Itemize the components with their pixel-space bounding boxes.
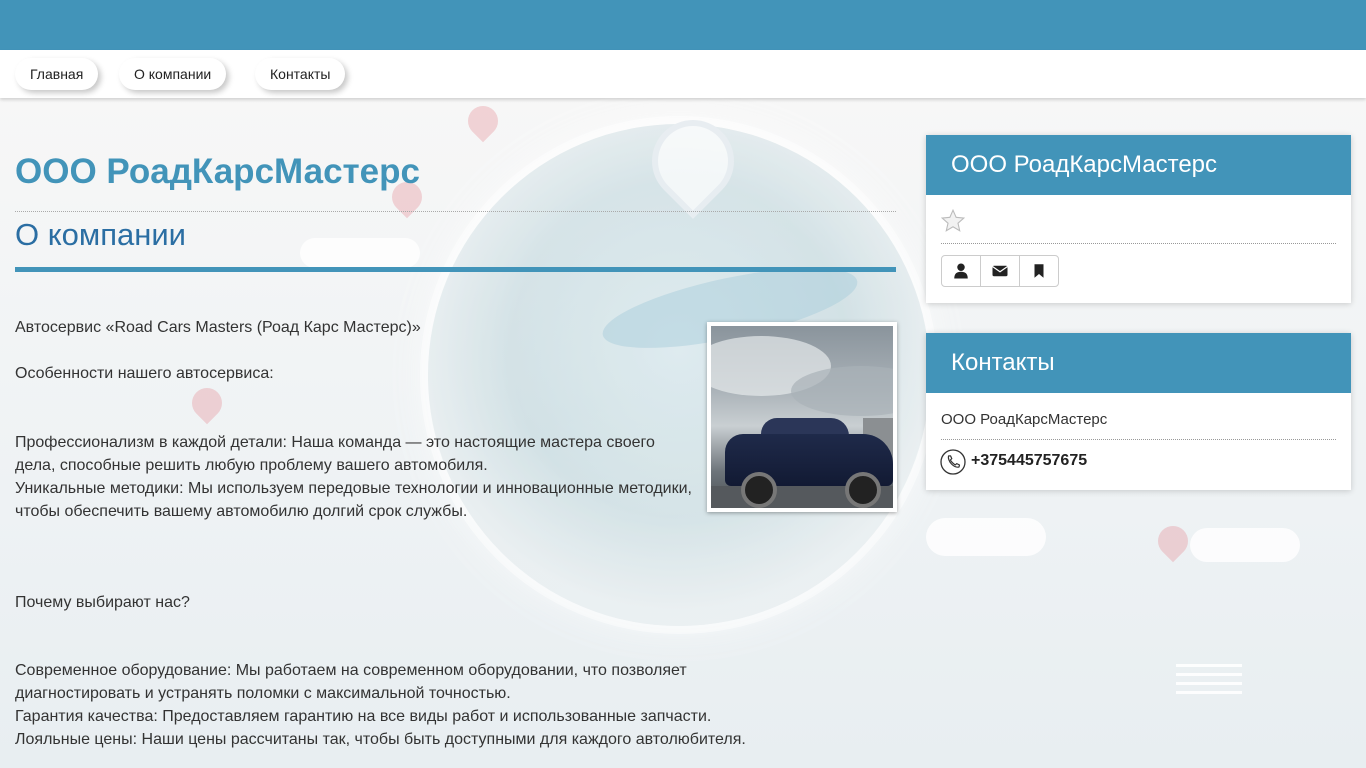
bookmark-icon [1034, 264, 1044, 278]
card-divider [941, 243, 1336, 244]
background-decoration [1176, 664, 1242, 700]
background-map-pin [185, 381, 229, 425]
contacts-card-title: Контакты [926, 333, 1351, 393]
page-title: ООО РоадКарсМастерс [15, 152, 420, 191]
background-map-pin [461, 99, 505, 143]
section-title: О компании [15, 217, 186, 252]
background-cloud [1190, 528, 1300, 562]
bookmark-button[interactable] [1019, 255, 1059, 287]
company-actions [941, 255, 1059, 287]
text-paragraph: Почему выбирают нас? [15, 594, 190, 611]
card-divider [941, 439, 1336, 440]
background-cloud [926, 518, 1046, 556]
contacts-card: Контакты ООО РоадКарсМастерс +3754457576… [926, 333, 1351, 490]
contact-company-name: ООО РоадКарсМастерс [941, 411, 1108, 428]
text-paragraph: Гарантия качества: Предоставляем гаранти… [15, 708, 712, 725]
company-card: ООО РоадКарсМастерс [926, 135, 1351, 303]
background-cloud [300, 238, 420, 268]
nav-item-home[interactable]: Главная [15, 58, 99, 90]
text-paragraph: Профессионализм в каждой детали: Наша ко… [15, 434, 655, 474]
company-card-title: ООО РоадКарсМастерс [926, 135, 1351, 195]
envelope-icon [992, 265, 1008, 277]
section-divider [15, 267, 896, 272]
text-paragraph: Лояльные цены: Наши цены рассчитаны так,… [15, 731, 746, 748]
background-map-pin [1151, 519, 1195, 563]
profile-button[interactable] [941, 255, 981, 287]
nav-item-about[interactable]: О компании [119, 58, 227, 90]
car-photo[interactable] [707, 322, 897, 512]
phone-number-link[interactable]: +375445757675 [971, 452, 1087, 470]
top-bar [0, 0, 1366, 50]
nav-item-contacts[interactable]: Контакты [255, 58, 346, 90]
text-paragraph: Автосервис «Road Cars Masters (Роад Карс… [15, 319, 421, 336]
main-navigation: Главная О компании Контакты [0, 50, 1366, 98]
email-button[interactable] [980, 255, 1020, 287]
phone-icon [940, 449, 966, 475]
star-icon[interactable] [940, 208, 966, 234]
user-icon [954, 263, 968, 279]
title-divider [15, 211, 896, 212]
text-paragraph: Современное оборудование: Мы работаем на… [15, 662, 687, 702]
text-paragraph: Уникальные методики: Мы используем перед… [15, 480, 692, 520]
text-paragraph: Особенности нашего автосервиса: [15, 365, 274, 382]
